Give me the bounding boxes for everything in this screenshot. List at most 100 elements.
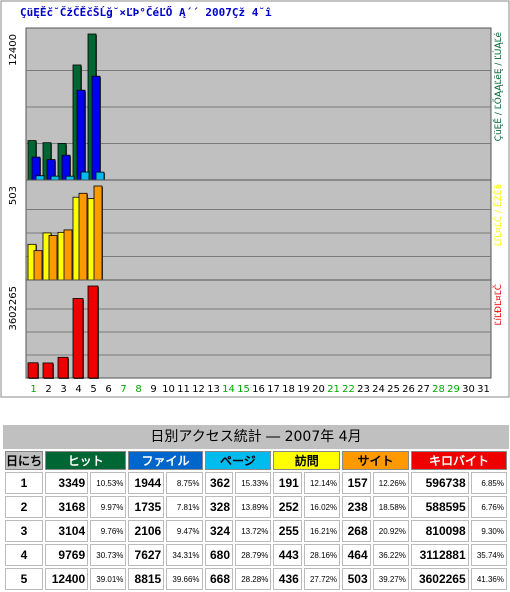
- table-row: 4 9769 30.73% 7627 34.31% 680 28.79% 443…: [5, 544, 507, 566]
- cell-page: 328: [204, 496, 234, 518]
- bar-file-day-4: [76, 89, 86, 181]
- cell-hit: 9769: [45, 544, 89, 566]
- x-tick-label: 26: [402, 384, 415, 395]
- x-tick-label: 18: [282, 384, 295, 395]
- cell-day: 1: [5, 472, 43, 494]
- x-tick-label: 4: [75, 384, 81, 395]
- x-tick-label: 31: [477, 384, 490, 395]
- bar-site-day-3: [63, 229, 73, 281]
- header-site: サイト: [342, 451, 409, 470]
- cell-file-pct: 8.75%: [166, 472, 203, 494]
- x-tick-label: 28: [432, 384, 445, 395]
- x-tick-label: 23: [357, 384, 370, 395]
- cell-visit-pct: 16.21%: [303, 520, 341, 542]
- x-tick-label: 13: [207, 384, 220, 395]
- cell-hit: 3168: [45, 496, 89, 518]
- cell-page: 680: [204, 544, 234, 566]
- bar-kb-day-3: [57, 356, 69, 379]
- cell-kb: 810098: [410, 520, 469, 542]
- cell-site: 268: [342, 520, 371, 542]
- bar-page-day-2: [50, 175, 60, 181]
- x-tick-label: 29: [447, 384, 460, 395]
- chart-svg: ÇüĘĚč˘ČžČĚčŠĹǧ˘×ĽÞ°ČéĽŐ Ą´´ 2007Çž 4˘î 12…: [0, 0, 510, 398]
- cell-file: 1944: [128, 472, 165, 494]
- daily-stats-chart: ÇüĘĚč˘ČžČĚčŠĹǧ˘×ĽÞ°ČéĽŐ Ą´´ 2007Çž 4˘î 12…: [0, 0, 510, 398]
- cell-page: 324: [204, 520, 234, 542]
- cell-kb: 588595: [410, 496, 469, 518]
- cell-hit-pct: 10.53%: [90, 472, 127, 494]
- chart-title: ÇüĘĚč˘ČžČĚčŠĹǧ˘×ĽÞ°ČéĽŐ Ą´´ 2007Çž 4˘î: [20, 5, 272, 19]
- x-tick-label: 9: [150, 384, 156, 395]
- header-page: ページ: [204, 451, 272, 470]
- x-tick-label: 24: [372, 384, 385, 395]
- x-tick-label: 3: [60, 384, 66, 395]
- cell-hit: 3349: [45, 472, 89, 494]
- x-tick-label: 20: [312, 384, 325, 395]
- table-row: 5 12400 39.01% 8815 39.66% 668 28.28% 43…: [5, 568, 507, 590]
- daily-stats-table-wrap: 日別アクセス統計 ― 2007年 4月 日にち ヒット ファイル ページ 訪問 …: [3, 425, 509, 592]
- x-tick-label: 30: [462, 384, 475, 395]
- table-title: 日別アクセス統計 ― 2007年 4月: [3, 425, 509, 449]
- x-tick-label: 7: [120, 384, 126, 395]
- bar-kb-day-4: [72, 298, 84, 379]
- visit-panel-max-label: 503: [8, 186, 19, 205]
- bar-kb-day-5: [87, 285, 99, 379]
- cell-kb-pct: 6.85%: [470, 472, 507, 494]
- kb-panel-max-label: 3602265: [8, 286, 19, 331]
- cell-visit-pct: 12.14%: [303, 472, 341, 494]
- cell-page-pct: 28.79%: [235, 544, 272, 566]
- cell-file: 8815: [128, 568, 165, 590]
- x-tick-label: 12: [192, 384, 205, 395]
- cell-site: 238: [342, 496, 371, 518]
- x-tick-label: 2: [45, 384, 51, 395]
- cell-page-pct: 13.72%: [235, 520, 272, 542]
- cell-visit: 252: [273, 496, 302, 518]
- x-tick-label: 5: [90, 384, 96, 395]
- x-tick-label: 10: [162, 384, 175, 395]
- cell-kb: 3112881: [410, 544, 469, 566]
- cell-visit: 255: [273, 520, 302, 542]
- cell-site-pct: 20.92%: [372, 520, 409, 542]
- header-day: 日にち: [5, 451, 43, 470]
- cell-kb: 3602265: [410, 568, 469, 590]
- cell-site-pct: 39.27%: [372, 568, 409, 590]
- kb-panel-legend-label: ĽíĽĐĽ¤ĽČ: [492, 284, 504, 326]
- bar-site-day-4: [78, 192, 88, 281]
- visit-panel-legend-label: ĽľĽ¤ĽČ / ËŹĚä: [492, 184, 504, 246]
- x-tick-label: 19: [297, 384, 310, 395]
- table-row: 3 3104 9.76% 2106 9.47% 324 13.72% 255 1…: [5, 520, 507, 542]
- header-kb: キロバイト: [410, 451, 507, 470]
- x-tick-label: 8: [135, 384, 141, 395]
- x-tick-label: 27: [417, 384, 430, 395]
- cell-kb-pct: 9.30%: [470, 520, 507, 542]
- header-file: ファイル: [128, 451, 203, 470]
- cell-site-pct: 36.22%: [372, 544, 409, 566]
- x-tick-label: 22: [342, 384, 355, 395]
- x-tick-label: 17: [267, 384, 280, 395]
- cell-page: 362: [204, 472, 234, 494]
- x-tick-label: 14: [222, 384, 235, 395]
- x-tick-label: 25: [387, 384, 400, 395]
- bar-site-day-2: [48, 235, 58, 281]
- cell-kb-pct: 6.76%: [470, 496, 507, 518]
- cell-site: 464: [342, 544, 371, 566]
- x-tick-label: 16: [252, 384, 265, 395]
- header-visit: 訪問: [273, 451, 341, 470]
- cell-file-pct: 34.31%: [166, 544, 203, 566]
- cell-kb: 596738: [410, 472, 469, 494]
- daily-stats-table: 日にち ヒット ファイル ページ 訪問 サイト キロバイト 1 3349 10.…: [3, 449, 509, 592]
- cell-file-pct: 7.81%: [166, 496, 203, 518]
- bar-kb-day-1: [27, 362, 39, 379]
- x-tick-label: 11: [177, 384, 190, 395]
- x-tick-label: 21: [327, 384, 340, 395]
- cell-page-pct: 13.89%: [235, 496, 272, 518]
- cell-hit-pct: 9.97%: [90, 496, 127, 518]
- cell-file: 7627: [128, 544, 165, 566]
- cell-site-pct: 18.58%: [372, 496, 409, 518]
- cell-visit: 443: [273, 544, 302, 566]
- bar-site-day-5: [93, 185, 103, 281]
- cell-day: 5: [5, 568, 43, 590]
- table-header-row: 日にち ヒット ファイル ページ 訪問 サイト キロバイト: [5, 451, 507, 470]
- bar-page-day-1: [35, 175, 45, 181]
- x-tick-label: 15: [237, 384, 250, 395]
